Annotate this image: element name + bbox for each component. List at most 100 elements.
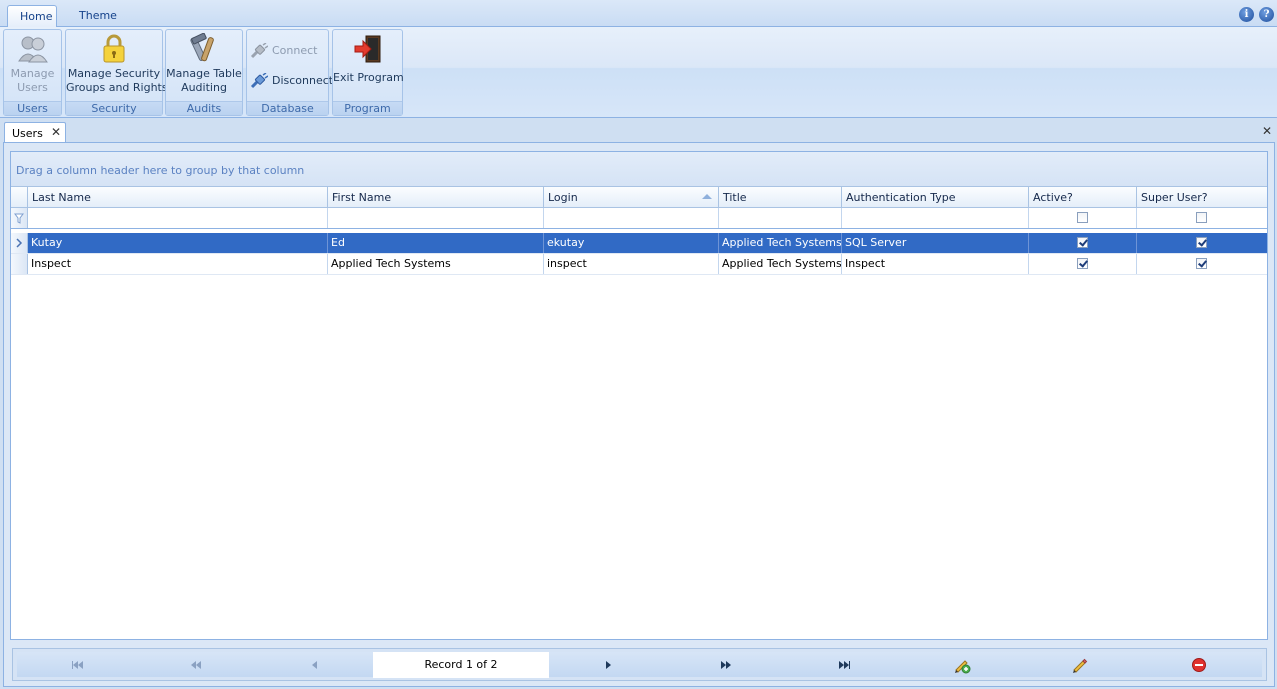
column-header-login-label: Login (548, 191, 578, 204)
ribbon-group-program: Exit Program Program (332, 29, 404, 116)
cell-super-user[interactable] (1137, 233, 1267, 253)
current-row-arrow-icon (16, 238, 23, 248)
first-record-icon (71, 658, 83, 671)
group-label-audits: Audits (166, 101, 242, 115)
ribbon-group-database: Connect Disconnect Database (246, 29, 333, 116)
cell-first-name[interactable]: Ed (328, 233, 544, 253)
previous-record-icon (311, 661, 317, 669)
filter-login[interactable] (544, 208, 719, 228)
manage-security-label-1: Manage Security (67, 67, 161, 80)
manage-users-label-2: Users (17, 81, 48, 94)
manage-table-auditing-label-1: Manage Table (166, 67, 242, 80)
help-icon[interactable]: ? (1259, 7, 1274, 22)
manage-users-button[interactable]: Manage Users (4, 33, 61, 95)
exit-door-icon (354, 35, 380, 63)
active-checkbox[interactable] (1077, 237, 1088, 248)
table-row[interactable]: Inspect Applied Tech Systems inspect App… (11, 254, 1267, 275)
cell-login[interactable]: ekutay (544, 233, 719, 253)
manage-security-button[interactable]: Manage Security Groups and Rights (66, 33, 168, 95)
column-header-first-name[interactable]: First Name (328, 187, 544, 207)
manage-security-label-2: Groups and Rights (66, 81, 168, 94)
filter-title[interactable] (719, 208, 842, 228)
exit-program-button[interactable]: Exit Program (333, 33, 404, 85)
first-record-button[interactable] (17, 652, 137, 677)
group-label-database: Database (247, 101, 328, 115)
cell-last-name[interactable]: Kutay (28, 233, 328, 253)
next-page-button[interactable] (667, 652, 785, 677)
filter-authentication-type[interactable] (842, 208, 1029, 228)
filter-first-name[interactable] (328, 208, 544, 228)
column-header-super-user[interactable]: Super User? (1137, 187, 1267, 207)
close-icon[interactable]: ✕ (51, 125, 61, 139)
filter-active[interactable] (1029, 208, 1137, 228)
delete-button[interactable] (1139, 652, 1259, 677)
users-grid: Drag a column header here to group by th… (10, 151, 1268, 640)
document-tab-strip: Users ✕ (0, 118, 1277, 143)
tab-users[interactable]: Users ✕ (4, 122, 66, 143)
next-record-button[interactable] (549, 652, 667, 677)
close-all-icon[interactable]: ✕ (1262, 124, 1272, 138)
column-header-last-name[interactable]: Last Name (28, 187, 328, 207)
column-header-authentication-type[interactable]: Authentication Type (842, 187, 1029, 207)
previous-page-icon (191, 658, 201, 671)
group-by-panel[interactable]: Drag a column header here to group by th… (11, 152, 1267, 186)
row-indicator (11, 233, 28, 253)
filter-super-user-checkbox[interactable] (1196, 212, 1207, 223)
record-counter: Record 1 of 2 (373, 652, 549, 678)
previous-page-button[interactable] (137, 652, 255, 677)
header-indicator (11, 187, 28, 207)
manage-table-auditing-button[interactable]: Manage Table Auditing (166, 33, 242, 95)
edit-button[interactable] (1021, 652, 1139, 677)
ribbon-tab-bar: Home Theme i ? (0, 0, 1277, 28)
append-button[interactable] (903, 652, 1021, 677)
column-header-active[interactable]: Active? (1029, 187, 1137, 207)
group-label-security: Security (66, 101, 162, 115)
append-icon (955, 660, 971, 674)
super-user-checkbox[interactable] (1196, 258, 1207, 269)
filter-icon (14, 213, 24, 224)
connect-button[interactable]: Connect (250, 42, 317, 60)
cell-active[interactable] (1029, 254, 1137, 274)
cell-title[interactable]: Applied Tech Systems (719, 233, 842, 253)
filter-super-user[interactable] (1137, 208, 1267, 228)
filter-row-indicator (11, 208, 28, 228)
manage-users-label-1: Manage (10, 67, 55, 80)
last-record-icon (838, 658, 850, 671)
row-indicator (11, 254, 28, 274)
exit-program-label: Exit Program (333, 71, 404, 84)
connect-label: Connect (272, 44, 318, 57)
column-header-row: Last Name First Name Login Title Authent… (11, 186, 1267, 208)
tab-home[interactable]: Home (7, 5, 57, 28)
manage-table-auditing-label-2: Auditing (181, 81, 227, 94)
users-icon (17, 36, 48, 63)
filter-active-checkbox[interactable] (1077, 212, 1088, 223)
cell-authentication-type[interactable]: Inspect (842, 254, 1029, 274)
plug-icon (250, 42, 269, 59)
cell-title[interactable]: Applied Tech Systems (719, 254, 842, 274)
users-panel: Drag a column header here to group by th… (3, 142, 1275, 687)
navigator-bar: Record 1 of 2 (17, 652, 1262, 678)
filter-last-name[interactable] (28, 208, 328, 228)
cell-active[interactable] (1029, 233, 1137, 253)
cell-login[interactable]: inspect (544, 254, 719, 274)
last-record-button[interactable] (785, 652, 903, 677)
ribbon-group-security: Manage Security Groups and Rights Securi… (65, 29, 168, 116)
tab-theme[interactable]: Theme (67, 5, 125, 28)
cell-authentication-type[interactable]: SQL Server (842, 233, 1029, 253)
cell-last-name[interactable]: Inspect (28, 254, 328, 274)
active-checkbox[interactable] (1077, 258, 1088, 269)
super-user-checkbox[interactable] (1196, 237, 1207, 248)
column-header-login[interactable]: Login (544, 187, 719, 207)
ribbon: Manage Users Users Manage Security Group… (0, 27, 1277, 118)
disconnect-button[interactable]: Disconnect (250, 72, 333, 90)
cell-super-user[interactable] (1137, 254, 1267, 274)
group-by-hint: Drag a column header here to group by th… (16, 164, 305, 177)
sort-ascending-icon (702, 194, 712, 199)
ribbon-group-users: Manage Users Users (3, 29, 62, 116)
column-header-title[interactable]: Title (719, 187, 842, 207)
table-row[interactable]: Kutay Ed ekutay Applied Tech Systems SQL… (11, 233, 1267, 254)
cell-first-name[interactable]: Applied Tech Systems (328, 254, 544, 274)
info-icon[interactable]: i (1239, 7, 1254, 22)
previous-record-button[interactable] (255, 652, 373, 677)
tab-users-label: Users (12, 127, 43, 140)
